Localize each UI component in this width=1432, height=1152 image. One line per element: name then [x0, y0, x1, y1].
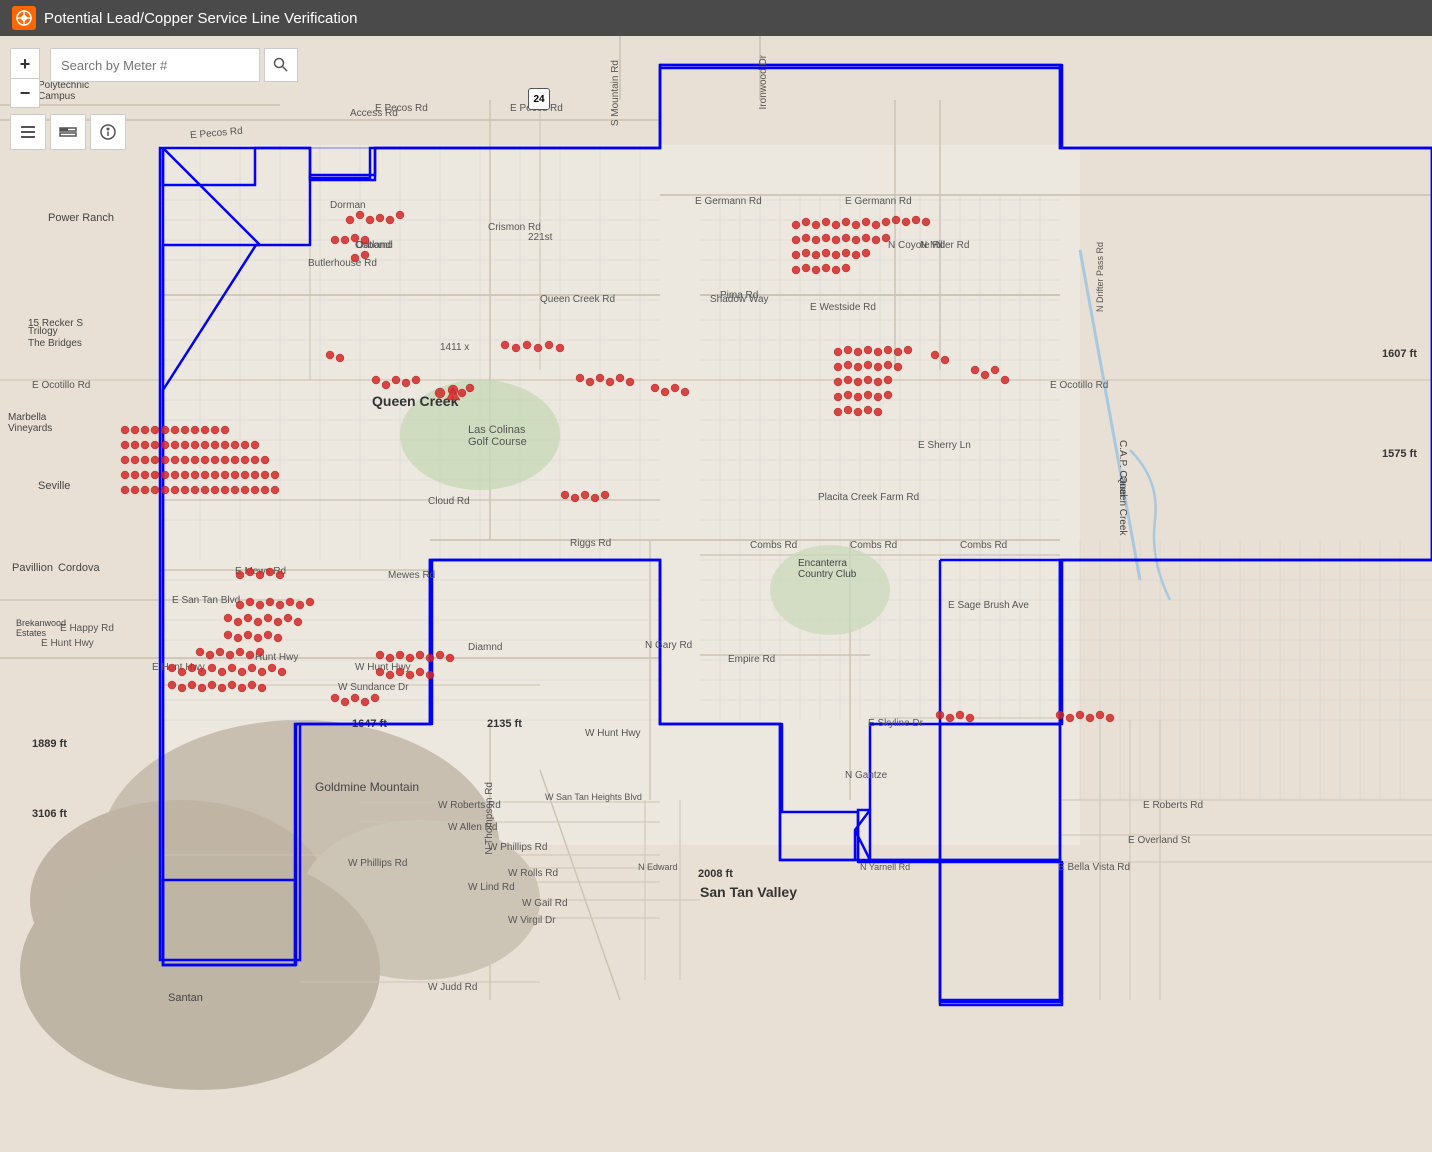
scale-2008: 2008 ft: [698, 868, 733, 880]
header-title: Potential Lead/Copper Service Line Verif…: [44, 10, 358, 27]
search-input[interactable]: [50, 48, 260, 82]
qgis-logo-icon: [12, 6, 36, 30]
layer-toggle-button[interactable]: [50, 114, 86, 150]
scale-1889: 1889 ft: [32, 738, 67, 750]
zoom-in-button[interactable]: +: [10, 48, 40, 78]
identify-button[interactable]: [90, 114, 126, 150]
zoom-out-button[interactable]: −: [10, 78, 40, 108]
search-button[interactable]: [264, 48, 298, 82]
map-tools: [10, 114, 126, 150]
scale-1647: 1647 ft: [352, 718, 387, 730]
layer-toggle-icon: [59, 123, 77, 141]
search-container: [50, 48, 298, 82]
search-icon: [273, 57, 289, 73]
highway-shield-24: 24: [528, 88, 550, 110]
layers-list-button[interactable]: [10, 114, 46, 150]
scale-2135: 2135 ft: [487, 718, 522, 730]
map-container[interactable]: E Pecos Rd E Pecos Rd E Pecos Rd Access …: [0, 0, 1432, 1152]
scale-1575: 1575 ft: [1382, 448, 1417, 460]
zoom-controls: + −: [10, 48, 40, 108]
header-logo: Potential Lead/Copper Service Line Verif…: [12, 6, 358, 30]
identify-icon: [99, 123, 117, 141]
scale-3106: 3106 ft: [32, 808, 67, 820]
layers-list-icon: [19, 123, 37, 141]
header-bar: Potential Lead/Copper Service Line Verif…: [0, 0, 1432, 36]
scale-1607: 1607 ft: [1382, 348, 1417, 360]
